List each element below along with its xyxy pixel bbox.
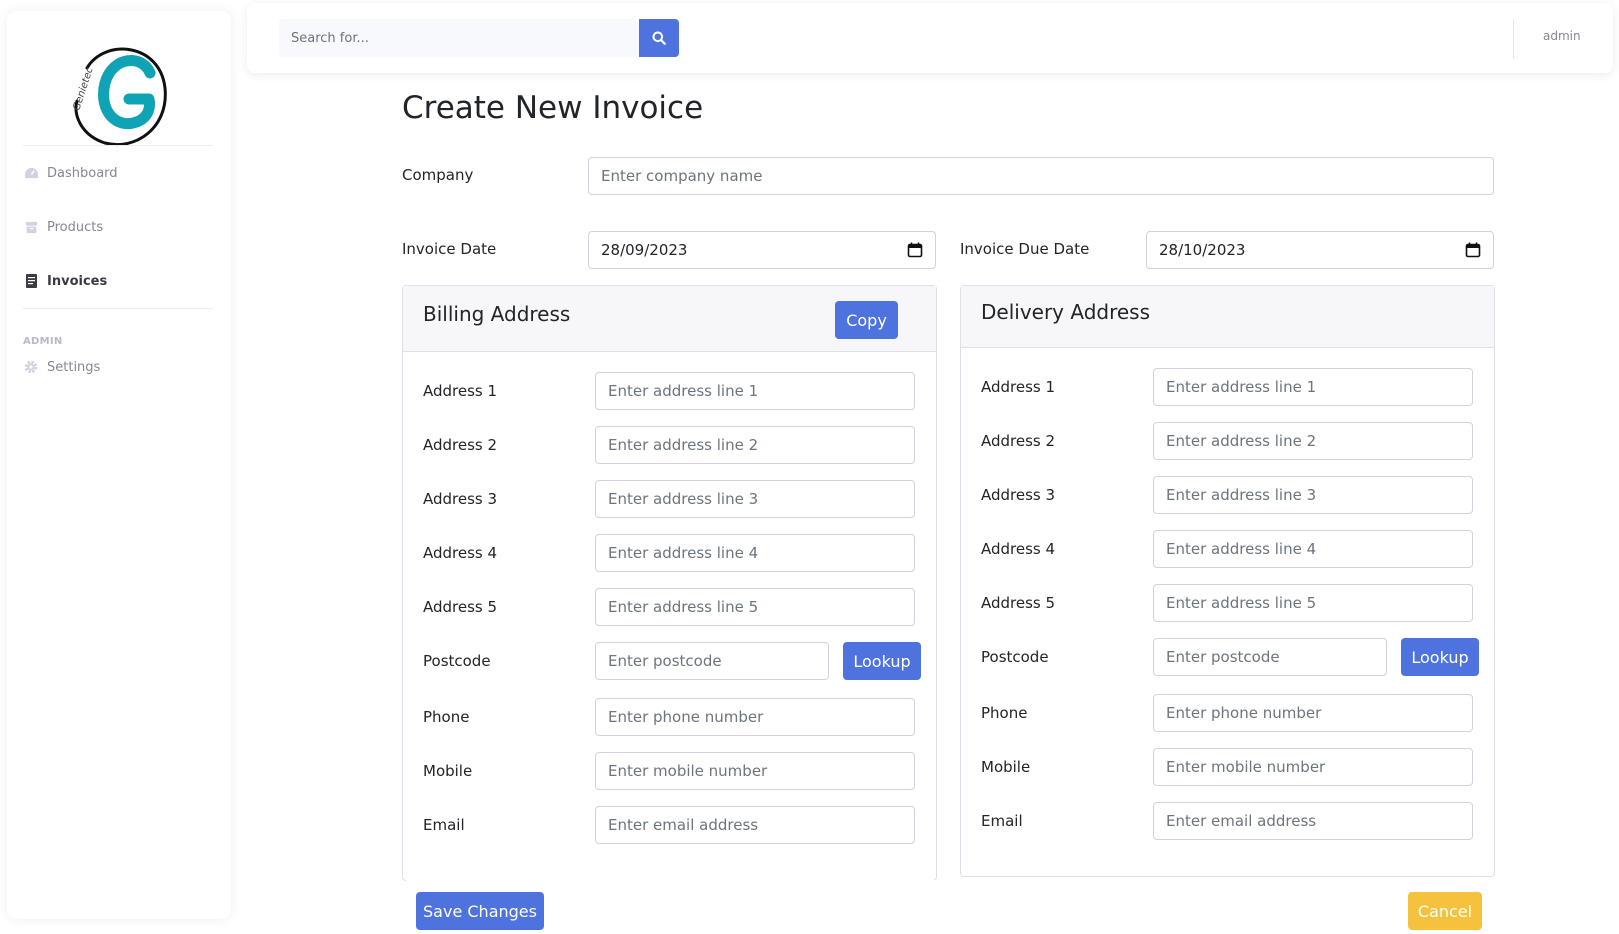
search-button[interactable] [639, 19, 679, 57]
sidebar-item-label: Products [47, 219, 104, 235]
invoice-icon [23, 273, 39, 289]
delivery-phone-label: Phone [981, 704, 1028, 722]
delivery-lookup-button[interactable]: Lookup [1401, 638, 1479, 676]
delivery-address2-label: Address 2 [981, 432, 1056, 450]
dashboard-icon [23, 165, 39, 181]
delivery-mobile-label: Mobile [981, 758, 1031, 776]
topbar: admin [247, 3, 1613, 73]
delivery-address3-label: Address 3 [981, 486, 1056, 504]
due-date-value: 28/10/2023 [1159, 241, 1246, 259]
delivery-address5-input[interactable] [1153, 584, 1473, 622]
delivery-postcode-label: Postcode [981, 648, 1049, 666]
sidebar-item-label: Settings [47, 359, 101, 375]
delivery-phone-input[interactable] [1153, 694, 1473, 732]
sidebar-divider [23, 145, 213, 146]
sidebar-item-label: Dashboard [47, 165, 118, 181]
billing-phone-label: Phone [423, 708, 470, 726]
billing-address-card: Billing Address Copy Address 1 Address 2… [402, 285, 937, 881]
logo-icon: Genietec [71, 47, 167, 146]
sidebar-item-products[interactable]: Products [23, 213, 223, 241]
billing-postcode-label: Postcode [423, 652, 491, 670]
billing-address3-input[interactable] [595, 480, 915, 518]
page-title: Create New Invoice [402, 90, 704, 126]
box-icon [23, 219, 39, 235]
billing-address1-input[interactable] [595, 372, 915, 410]
delivery-email-input[interactable] [1153, 802, 1473, 840]
brand-logo[interactable]: Genietec [65, 33, 175, 153]
invoice-date-value: 28/09/2023 [601, 241, 688, 259]
due-date-label: Invoice Due Date [960, 240, 1090, 258]
invoice-date-input[interactable]: 28/09/2023 [588, 231, 936, 269]
search-input[interactable] [279, 19, 639, 57]
billing-address1-label: Address 1 [423, 382, 498, 400]
billing-email-input[interactable] [595, 806, 915, 844]
billing-title: Billing Address [423, 302, 571, 326]
topbar-divider [1513, 19, 1514, 59]
delivery-address4-label: Address 4 [981, 540, 1056, 558]
cancel-button[interactable]: Cancel [1408, 892, 1482, 930]
delivery-mobile-input[interactable] [1153, 748, 1473, 786]
sidebar-heading-admin: ADMIN [23, 336, 63, 347]
form-footer [406, 880, 1490, 934]
sidebar-item-invoices[interactable]: Invoices [23, 267, 223, 295]
due-date-input[interactable]: 28/10/2023 [1146, 231, 1494, 269]
logo-text: Genietec [71, 65, 95, 111]
save-changes-button[interactable]: Save Changes [416, 892, 544, 930]
search-group [279, 19, 679, 57]
billing-address5-label: Address 5 [423, 598, 498, 616]
copy-button[interactable]: Copy [835, 301, 898, 339]
user-menu[interactable]: admin [1543, 29, 1581, 43]
delivery-address5-label: Address 5 [981, 594, 1056, 612]
billing-mobile-input[interactable] [595, 752, 915, 790]
delivery-postcode-input[interactable] [1153, 638, 1387, 676]
billing-postcode-input[interactable] [595, 642, 829, 680]
gear-icon [23, 359, 39, 375]
billing-address5-input[interactable] [595, 588, 915, 626]
delivery-address-card: Delivery Address Address 1 Address 2 Add… [960, 285, 1495, 877]
company-label: Company [402, 166, 474, 184]
billing-address3-label: Address 3 [423, 490, 498, 508]
sidebar-item-dashboard[interactable]: Dashboard [23, 159, 223, 187]
invoice-date-label: Invoice Date [402, 240, 497, 258]
delivery-address1-input[interactable] [1153, 368, 1473, 406]
billing-address4-input[interactable] [595, 534, 915, 572]
billing-lookup-button[interactable]: Lookup [843, 642, 921, 680]
delivery-card-header: Delivery Address [961, 286, 1494, 348]
delivery-address2-input[interactable] [1153, 422, 1473, 460]
billing-address2-input[interactable] [595, 426, 915, 464]
sidebar: Genietec Dashboard Products Invoices ADM… [7, 11, 231, 919]
billing-mobile-label: Mobile [423, 762, 473, 780]
billing-card-header: Billing Address Copy [403, 286, 936, 352]
billing-address4-label: Address 4 [423, 544, 498, 562]
billing-email-label: Email [423, 816, 465, 834]
sidebar-item-label: Invoices [47, 273, 108, 289]
calendar-icon[interactable] [907, 242, 923, 258]
sidebar-item-settings[interactable]: Settings [23, 353, 223, 381]
delivery-title: Delivery Address [981, 300, 1151, 324]
calendar-icon[interactable] [1465, 242, 1481, 258]
billing-phone-input[interactable] [595, 698, 915, 736]
delivery-address4-input[interactable] [1153, 530, 1473, 568]
delivery-address3-input[interactable] [1153, 476, 1473, 514]
company-input[interactable] [588, 157, 1494, 195]
sidebar-divider [23, 308, 213, 309]
billing-address2-label: Address 2 [423, 436, 498, 454]
delivery-address1-label: Address 1 [981, 378, 1056, 396]
delivery-email-label: Email [981, 812, 1023, 830]
search-icon [652, 31, 666, 45]
